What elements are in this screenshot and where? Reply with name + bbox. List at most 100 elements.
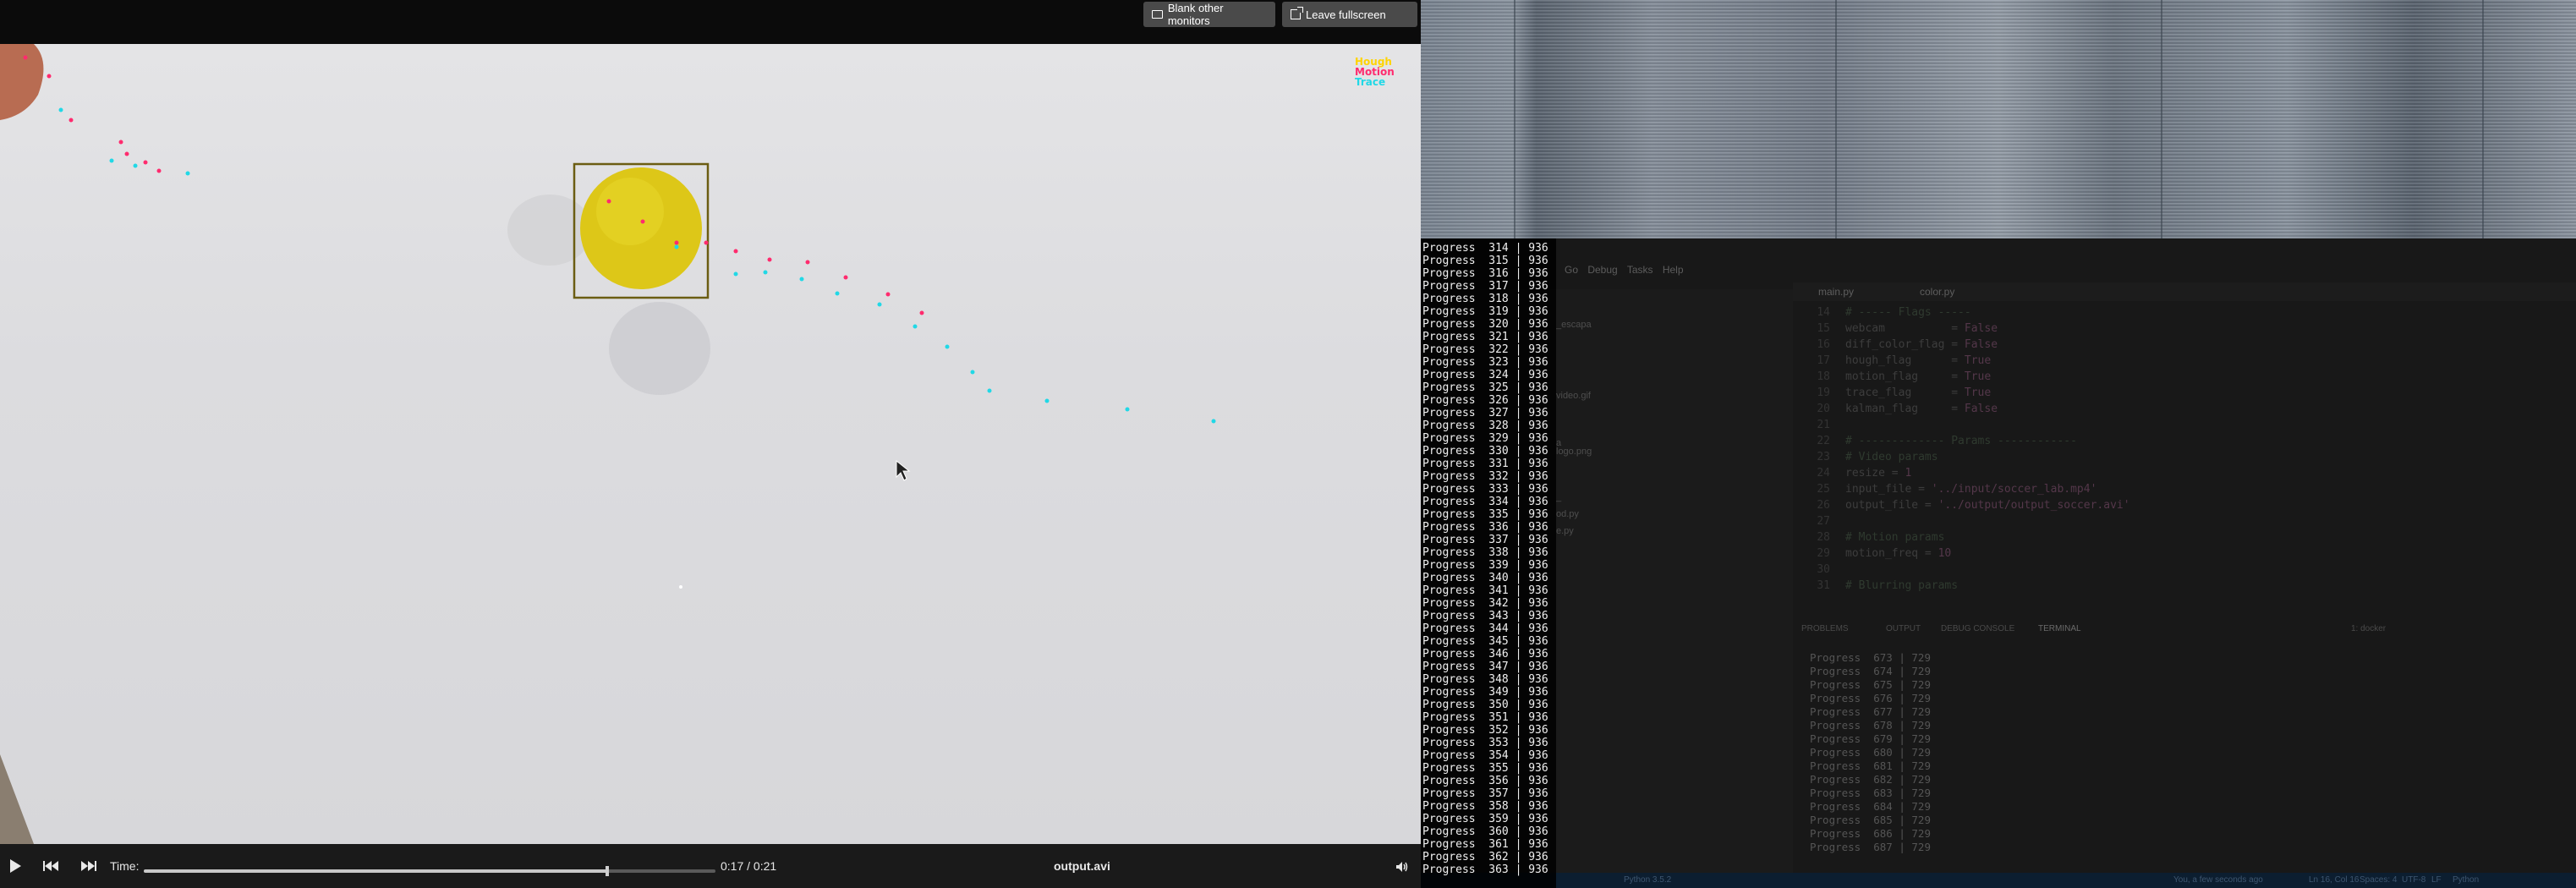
- hand-shape: [0, 44, 44, 120]
- sidebar-item[interactable]: logo.png: [1556, 447, 1592, 457]
- trace-dot: [877, 302, 882, 307]
- code-line: 25 input_file = '../input/soccer_lab.mp4': [1817, 483, 2097, 496]
- terminal-line: Progress 686 | 729: [1810, 827, 1931, 840]
- terminal-line: Progress 682 | 729: [1810, 773, 1931, 786]
- status-python[interactable]: Python 3.5.2: [1624, 875, 1671, 885]
- seek-bar[interactable]: [144, 866, 715, 876]
- terminal-line: Progress 673 | 729: [1810, 651, 1931, 664]
- status-eol[interactable]: LF: [2431, 875, 2442, 885]
- trace-dot: [913, 324, 918, 329]
- console-line: Progress 326 | 936: [1422, 394, 1548, 407]
- editor-code-area[interactable]: 14 # ----- Flags ----- 15 webcam = False 16 d…: [1793, 306, 2520, 602]
- console-line: Progress 348 | 936: [1422, 673, 1548, 686]
- tab-debug-console[interactable]: DEBUG CONSOLE: [1941, 624, 2014, 633]
- code-line: 20 kalman_flag = False: [1817, 403, 1998, 415]
- sidebar-item[interactable]: od.py: [1556, 509, 1579, 519]
- second-monitor: Go Debug Tasks Help _escapa video.gif a …: [1421, 0, 2576, 888]
- console-line: Progress 350 | 936: [1422, 699, 1548, 711]
- console-line: Progress 333 | 936: [1422, 483, 1548, 496]
- console-line: Progress 362 | 936: [1422, 851, 1548, 863]
- trace-dot: [58, 107, 63, 112]
- console-line: Progress 320 | 936: [1422, 318, 1548, 331]
- ball-shadow-2: [507, 195, 592, 266]
- console-line: Progress 353 | 936: [1422, 737, 1548, 749]
- panel-tabs: PROBLEMS OUTPUT DEBUG CONSOLE TERMINAL 1…: [1793, 621, 2576, 639]
- time-value: 0:17 / 0:21: [721, 859, 777, 873]
- code-line: 30: [1817, 563, 1830, 576]
- seek-bar-handle[interactable]: [605, 866, 609, 876]
- trace-dot: [970, 370, 975, 375]
- status-encoding[interactable]: UTF-8: [2402, 875, 2425, 885]
- tab-color-py[interactable]: color.py: [1920, 286, 1954, 298]
- code-line: 26 output_file = '../output/output_soccer…: [1817, 499, 2130, 512]
- console-line: Progress 318 | 936: [1422, 293, 1548, 305]
- console-line: Progress 328 | 936: [1422, 419, 1548, 432]
- volume-icon[interactable]: [1395, 861, 1409, 873]
- trace-dot: [799, 277, 804, 282]
- trace-dot: [835, 291, 840, 296]
- tab-problems[interactable]: PROBLEMS: [1801, 624, 1849, 633]
- terminal-line: Progress 674 | 729: [1810, 665, 1931, 677]
- status-language[interactable]: Python: [2453, 875, 2479, 885]
- next-icon[interactable]: [80, 860, 97, 872]
- legend-trace: Trace: [1355, 76, 1386, 88]
- terminal-select[interactable]: 1: docker: [2351, 624, 2386, 633]
- terminal-line: Progress 679 | 729: [1810, 732, 1931, 745]
- code-line: 29 motion_freq = 10: [1817, 547, 1952, 560]
- console-line: Progress 347 | 936: [1422, 661, 1548, 673]
- tab-main-py[interactable]: main.py: [1818, 286, 1854, 298]
- trace-dot: [1125, 407, 1130, 412]
- trace-dot: [1044, 398, 1050, 403]
- ball-shadow: [609, 302, 710, 395]
- console-line: Progress 360 | 936: [1422, 825, 1548, 838]
- console-line: Progress 322 | 936: [1422, 343, 1548, 356]
- console-line: Progress 329 | 936: [1422, 432, 1548, 445]
- console-line: Progress 363 | 936: [1422, 863, 1548, 876]
- terminal-line: Progress 687 | 729: [1810, 841, 1931, 853]
- tab-terminal[interactable]: TERMINAL: [2038, 624, 2081, 633]
- trace-dot: [1211, 419, 1216, 424]
- tab-output[interactable]: OUTPUT: [1886, 624, 1921, 633]
- video-frame[interactable]: Hough Motion Trace: [0, 44, 1421, 844]
- trace-dot: [733, 271, 738, 277]
- console-line: Progress 354 | 936: [1422, 749, 1548, 762]
- leave-fullscreen-button[interactable]: Leave fullscreen: [1282, 2, 1417, 27]
- status-spaces[interactable]: Spaces: 4: [2360, 875, 2397, 885]
- motion-dot: [805, 260, 810, 265]
- sidebar-item[interactable]: e.py: [1556, 526, 1574, 536]
- status-blame: You, a few seconds ago: [2173, 875, 2263, 885]
- console-line: Progress 358 | 936: [1422, 800, 1548, 813]
- terminal-line: Progress 675 | 729: [1810, 678, 1931, 691]
- code-line: 14 # ----- Flags -----: [1817, 306, 1971, 319]
- console-line: Progress 345 | 936: [1422, 635, 1548, 648]
- motion-dot: [733, 249, 738, 254]
- sidebar-item[interactable]: video.gif: [1556, 391, 1591, 401]
- motion-trail: [23, 55, 924, 315]
- motion-dot: [606, 199, 611, 204]
- play-icon[interactable]: [10, 859, 21, 873]
- previous-icon[interactable]: [42, 860, 59, 872]
- code-editor-window: Go Debug Tasks Help _escapa video.gif a …: [1421, 238, 2576, 888]
- sidebar-item[interactable]: _: [1556, 492, 1561, 502]
- console-line: Progress 349 | 936: [1422, 686, 1548, 699]
- monitor-icon: [1152, 10, 1163, 19]
- player-controls: Time: 0:17 / 0:21 output.avi: [0, 844, 1421, 888]
- status-position[interactable]: Ln 16, Col 16: [2309, 875, 2360, 885]
- motion-dot: [674, 240, 679, 245]
- console-line: Progress 361 | 936: [1422, 838, 1548, 851]
- console-line: Progress 355 | 936: [1422, 762, 1548, 775]
- sidebar-item[interactable]: _escapa: [1556, 320, 1592, 330]
- console-line: Progress 357 | 936: [1422, 787, 1548, 800]
- leave-fullscreen-label: Leave fullscreen: [1306, 8, 1386, 21]
- editor-menu-bar[interactable]: Go Debug Tasks Help: [1565, 264, 1684, 276]
- trace-dot: [133, 163, 138, 168]
- blank-other-monitors-button[interactable]: Blank other monitors: [1143, 2, 1275, 27]
- mouse-cursor-icon: [896, 459, 911, 481]
- ball-highlight: [596, 178, 664, 245]
- motion-dot: [885, 292, 891, 297]
- code-line: 24 resize = 1: [1817, 467, 1912, 480]
- console-line: Progress 332 | 936: [1422, 470, 1548, 483]
- console-line: Progress 314 | 936: [1422, 242, 1548, 255]
- screen-static-noise: [1421, 0, 2576, 238]
- trace-dot: [185, 171, 190, 176]
